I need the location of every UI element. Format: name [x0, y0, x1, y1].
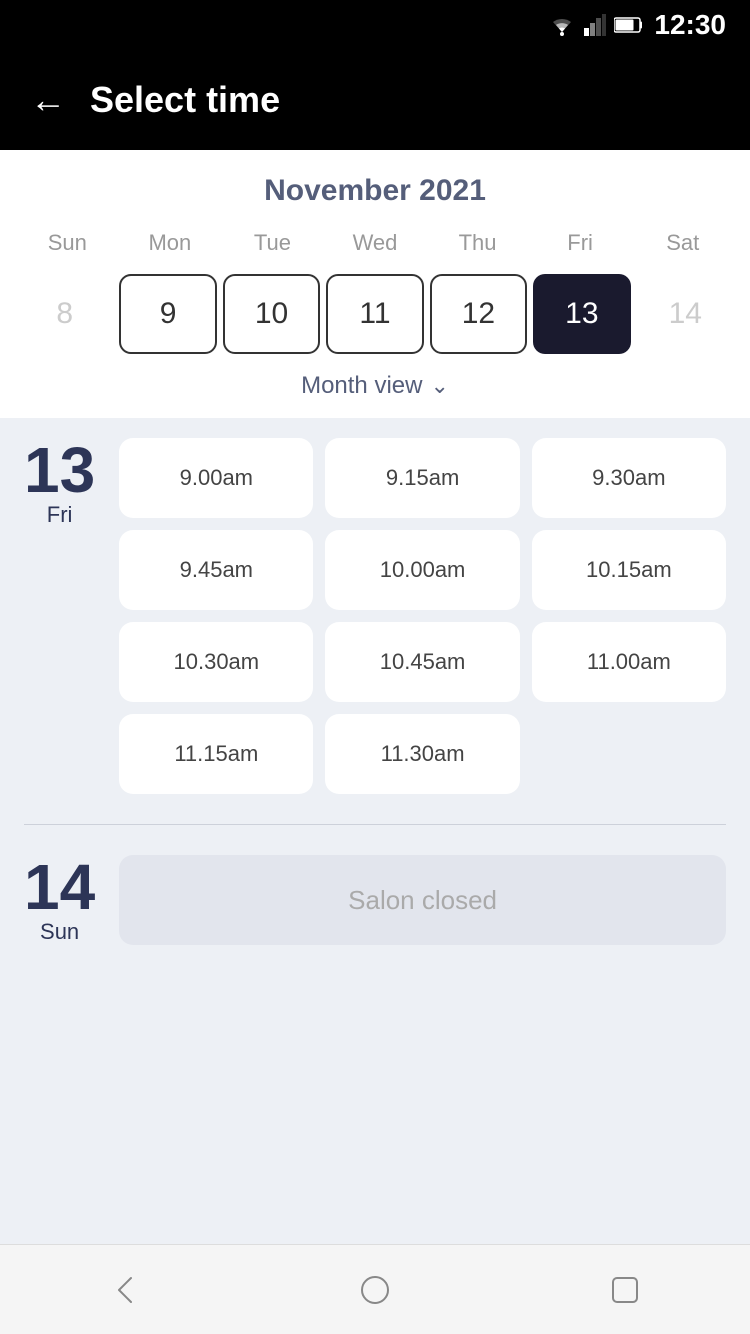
day-header-wed: Wed	[324, 226, 427, 260]
calendar-section: November 2021 Sun Mon Tue Wed Thu Fri Sa…	[0, 150, 750, 418]
time-slot-1115[interactable]: 11.15am	[119, 714, 313, 794]
day-cell-9[interactable]: 9	[119, 274, 216, 354]
time-slot-915[interactable]: 9.15am	[325, 438, 519, 518]
day-number-block-14: 14 Sun	[24, 855, 95, 945]
day-header-sun: Sun	[16, 226, 119, 260]
day-cell-13[interactable]: 13	[533, 274, 630, 354]
month-year-title: November 2021	[16, 174, 734, 208]
back-nav-button[interactable]	[100, 1265, 150, 1315]
day-header-fri: Fri	[529, 226, 632, 260]
time-grid-13: 9.00am 9.15am 9.30am 9.45am 10.00am 10.1…	[119, 438, 726, 794]
back-nav-icon	[107, 1272, 143, 1308]
day-cell-11[interactable]: 11	[326, 274, 423, 354]
day-block-14: 14 Sun Salon closed	[24, 824, 726, 945]
day-headers: Sun Mon Tue Wed Thu Fri Sat	[16, 226, 734, 260]
day-header-tue: Tue	[221, 226, 324, 260]
month-view-toggle[interactable]: Month view ⌄	[16, 358, 734, 406]
app-header: ← Select time	[0, 50, 750, 150]
day-header-mon: Mon	[119, 226, 222, 260]
status-bar: 12:30	[0, 0, 750, 50]
day-cell-8: 8	[16, 274, 113, 354]
day-number-block-13: 13 Fri	[24, 438, 95, 528]
time-slot-1030[interactable]: 10.30am	[119, 622, 313, 702]
day-header-sat: Sat	[631, 226, 734, 260]
status-icons	[548, 14, 644, 36]
day-cell-14: 14	[637, 274, 734, 354]
time-slot-1015[interactable]: 10.15am	[532, 530, 726, 610]
day-name-13: Fri	[47, 502, 73, 528]
time-slot-1045[interactable]: 10.45am	[325, 622, 519, 702]
recent-nav-button[interactable]	[600, 1265, 650, 1315]
signal-icon	[584, 14, 606, 36]
day-cell-10[interactable]: 10	[223, 274, 320, 354]
home-nav-button[interactable]	[350, 1265, 400, 1315]
time-slots-section: 13 Fri 9.00am 9.15am 9.30am 9.45am 10.00…	[0, 418, 750, 1244]
salon-closed-label: Salon closed	[348, 885, 497, 916]
day-info-row-14: 14 Sun Salon closed	[24, 855, 726, 945]
day-number-13: 13	[24, 438, 95, 502]
day-info-row-13: 13 Fri 9.00am 9.15am 9.30am 9.45am 10.00…	[24, 438, 726, 794]
days-row: 8 9 10 11 12 13 14	[16, 270, 734, 358]
bottom-nav	[0, 1244, 750, 1334]
time-slot-930[interactable]: 9.30am	[532, 438, 726, 518]
home-nav-icon	[357, 1272, 393, 1308]
salon-closed-box: Salon closed	[119, 855, 726, 945]
time-slot-945[interactable]: 9.45am	[119, 530, 313, 610]
recent-nav-icon	[607, 1272, 643, 1308]
status-time: 12:30	[654, 9, 726, 41]
month-view-label: Month view	[301, 372, 422, 400]
day-cell-12[interactable]: 12	[430, 274, 527, 354]
day-name-14: Sun	[40, 919, 79, 945]
day-number-14: 14	[24, 855, 95, 919]
battery-icon	[614, 16, 644, 34]
day-header-thu: Thu	[426, 226, 529, 260]
page-title: Select time	[90, 79, 280, 121]
wifi-icon	[548, 14, 576, 36]
time-slot-1100[interactable]: 11.00am	[532, 622, 726, 702]
time-slot-1130[interactable]: 11.30am	[325, 714, 519, 794]
day-block-13: 13 Fri 9.00am 9.15am 9.30am 9.45am 10.00…	[24, 438, 726, 794]
time-slot-900[interactable]: 9.00am	[119, 438, 313, 518]
back-button[interactable]: ←	[30, 79, 66, 121]
chevron-down-icon: ⌄	[430, 373, 448, 399]
time-slot-1000[interactable]: 10.00am	[325, 530, 519, 610]
